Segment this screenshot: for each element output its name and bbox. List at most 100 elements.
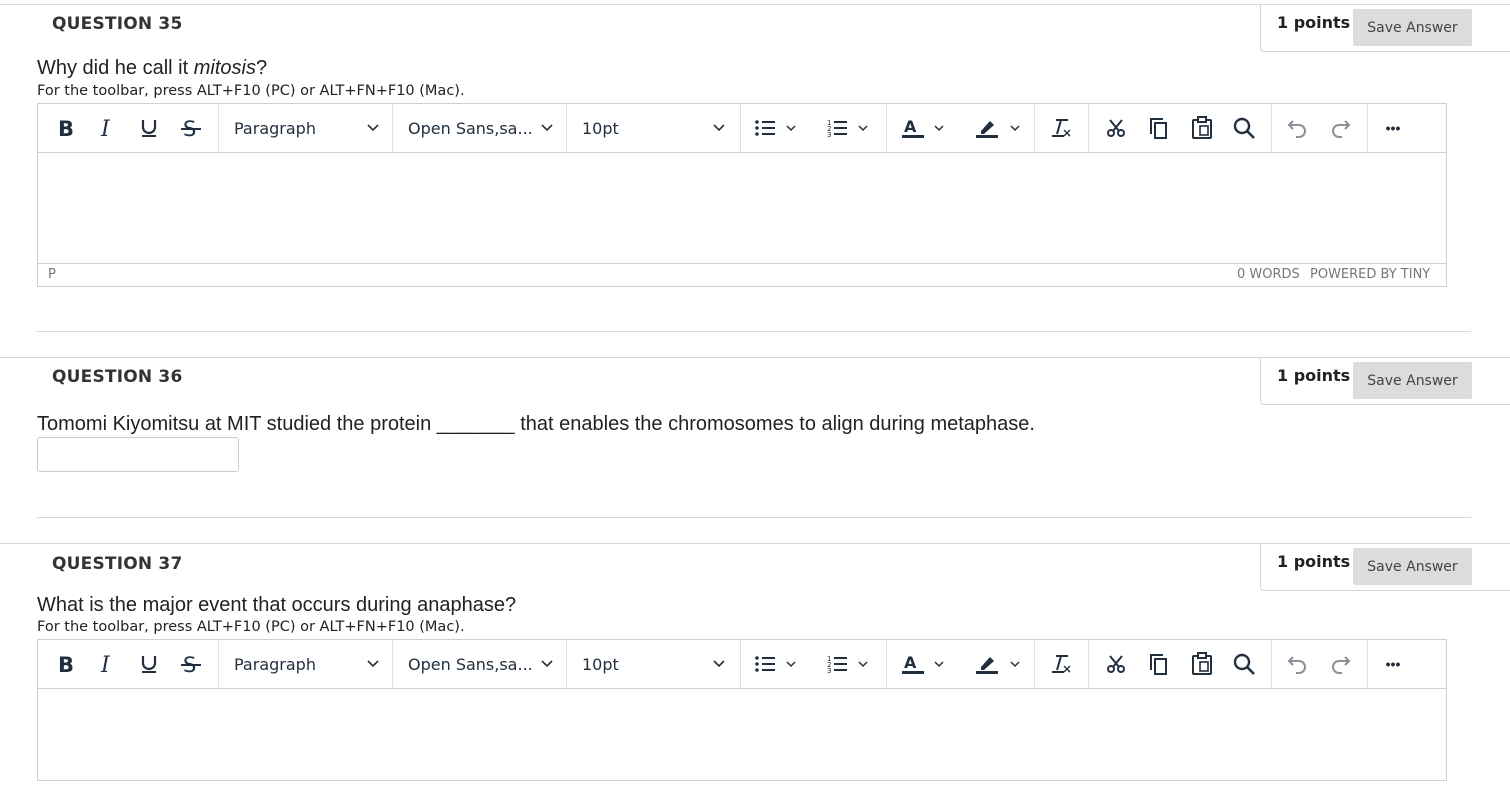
block-format-select[interactable]: Paragraph — [218, 104, 393, 152]
question-35-text: Why did he call it mitosis? — [37, 57, 267, 80]
font-size-select[interactable]: 10pt — [566, 104, 741, 152]
redo-icon[interactable] — [1327, 649, 1355, 679]
powered-by-link[interactable]: POWERED BY TINY — [1310, 267, 1430, 282]
block-format-select[interactable]: Paragraph — [218, 640, 393, 688]
question-35-text-after: ? — [255, 57, 268, 79]
format-group: B I S — [38, 104, 219, 152]
question-36-title: QUESTION 36 — [52, 367, 183, 387]
block-format-label: Paragraph — [234, 118, 316, 138]
clear-formatting-icon[interactable] — [1046, 113, 1076, 143]
numbered-list-icon[interactable]: 123 — [826, 649, 878, 679]
paste-icon[interactable] — [1188, 113, 1216, 143]
chevron-down-icon — [713, 124, 725, 132]
question-35-bottom-divider — [37, 331, 1471, 332]
history-group — [1271, 104, 1368, 152]
cut-icon[interactable] — [1102, 113, 1130, 143]
more-options-icon[interactable]: ••• — [1378, 113, 1408, 143]
list-group: 123 — [740, 640, 887, 688]
question-37-save-answer-button[interactable]: Save Answer — [1353, 548, 1472, 585]
italic-icon[interactable]: I — [92, 113, 122, 143]
list-group: 123 — [740, 104, 887, 152]
color-group: A — [886, 104, 1035, 152]
font-size-label: 10pt — [582, 118, 619, 138]
bullet-list-icon[interactable] — [752, 649, 804, 679]
cut-icon[interactable] — [1102, 649, 1130, 679]
word-count[interactable]: 0 WORDS — [1237, 267, 1300, 282]
editor-statusbar: P 0 WORDS POWERED BY TINY — [38, 263, 1446, 286]
svg-text:3: 3 — [827, 667, 831, 675]
svg-text:I: I — [100, 653, 111, 675]
undo-icon[interactable] — [1283, 113, 1311, 143]
question-35-rich-text-editor: B I S Paragraph Open Sans,sa... 10pt — [37, 103, 1447, 287]
strikethrough-icon[interactable]: S — [176, 649, 206, 679]
find-replace-icon[interactable] — [1230, 113, 1258, 143]
svg-text:A: A — [904, 117, 917, 136]
font-family-label: Open Sans,sa... — [408, 118, 533, 138]
svg-text:B: B — [58, 653, 74, 675]
format-group: B I S — [38, 640, 219, 688]
highlight-color-icon[interactable] — [974, 113, 1028, 143]
question-37-title: QUESTION 37 — [52, 554, 183, 574]
clipboard-group — [1088, 640, 1272, 688]
clear-formatting-icon[interactable] — [1046, 649, 1076, 679]
text-color-icon[interactable]: A — [900, 649, 954, 679]
block-format-label: Paragraph — [234, 654, 316, 674]
question-37-editor-content[interactable] — [38, 689, 1446, 799]
svg-text:B: B — [58, 117, 74, 139]
clear-format-group — [1034, 104, 1089, 152]
svg-text:3: 3 — [827, 131, 831, 139]
question-36-bottom-divider — [37, 517, 1471, 518]
question-37-toolbar-hint: For the toolbar, press ALT+F10 (PC) or A… — [37, 619, 465, 635]
find-replace-icon[interactable] — [1230, 649, 1258, 679]
copy-icon[interactable] — [1144, 649, 1172, 679]
question-35-toolbar-hint: For the toolbar, press ALT+F10 (PC) or A… — [37, 83, 465, 99]
copy-icon[interactable] — [1144, 113, 1172, 143]
question-35-text-before: Why did he call it — [37, 57, 194, 79]
question-35-text-italic: mitosis — [193, 57, 256, 79]
question-35-editor-content[interactable] — [38, 153, 1446, 263]
underline-icon[interactable] — [134, 113, 164, 143]
chevron-down-icon — [367, 124, 379, 132]
question-37-points-box: 1 points Save Answer — [1260, 544, 1510, 591]
highlight-color-icon[interactable] — [974, 649, 1028, 679]
chevron-down-icon — [713, 660, 725, 668]
editor-toolbar: B I S Paragraph Open Sans,sa... 10pt — [38, 640, 1446, 689]
bold-icon[interactable]: B — [50, 649, 80, 679]
clipboard-group — [1088, 104, 1272, 152]
question-36-text: Tomomi Kiyomitsu at MIT studied the prot… — [37, 413, 1035, 435]
italic-icon[interactable]: I — [92, 649, 122, 679]
svg-text:A: A — [904, 653, 917, 672]
bullet-list-icon[interactable] — [752, 113, 804, 143]
paste-icon[interactable] — [1188, 649, 1216, 679]
font-size-select[interactable]: 10pt — [566, 640, 741, 688]
history-group — [1271, 640, 1368, 688]
chevron-down-icon — [541, 124, 553, 132]
question-36-save-answer-button[interactable]: Save Answer — [1353, 362, 1472, 399]
question-37-points: 1 points — [1277, 552, 1351, 571]
redo-icon[interactable] — [1327, 113, 1355, 143]
editor-toolbar: B I S Paragraph Open Sans,sa... 10pt — [38, 104, 1446, 153]
underline-icon[interactable] — [134, 649, 164, 679]
element-path[interactable]: P — [48, 267, 56, 282]
strikethrough-icon[interactable]: S — [176, 113, 206, 143]
color-group: A — [886, 640, 1035, 688]
undo-icon[interactable] — [1283, 649, 1311, 679]
question-37-text: What is the major event that occurs duri… — [37, 594, 517, 616]
svg-text:I: I — [100, 117, 111, 139]
chevron-down-icon — [541, 660, 553, 668]
question-35-title: QUESTION 35 — [52, 14, 183, 34]
text-color-icon[interactable]: A — [900, 113, 954, 143]
question-36-points-box: 1 points Save Answer — [1260, 358, 1510, 405]
question-35-save-answer-button[interactable]: Save Answer — [1353, 9, 1472, 46]
bold-icon[interactable]: B — [50, 113, 80, 143]
numbered-list-icon[interactable]: 123 — [826, 113, 878, 143]
more-options-icon[interactable]: ••• — [1378, 649, 1408, 679]
question-35-points: 1 points — [1277, 13, 1351, 32]
question-36-answer-input[interactable] — [37, 437, 239, 472]
question-35-points-box: 1 points Save Answer — [1260, 5, 1510, 52]
question-36-points: 1 points — [1277, 366, 1351, 385]
font-family-select[interactable]: Open Sans,sa... — [392, 104, 567, 152]
font-family-select[interactable]: Open Sans,sa... — [392, 640, 567, 688]
font-family-label: Open Sans,sa... — [408, 654, 533, 674]
chevron-down-icon — [367, 660, 379, 668]
